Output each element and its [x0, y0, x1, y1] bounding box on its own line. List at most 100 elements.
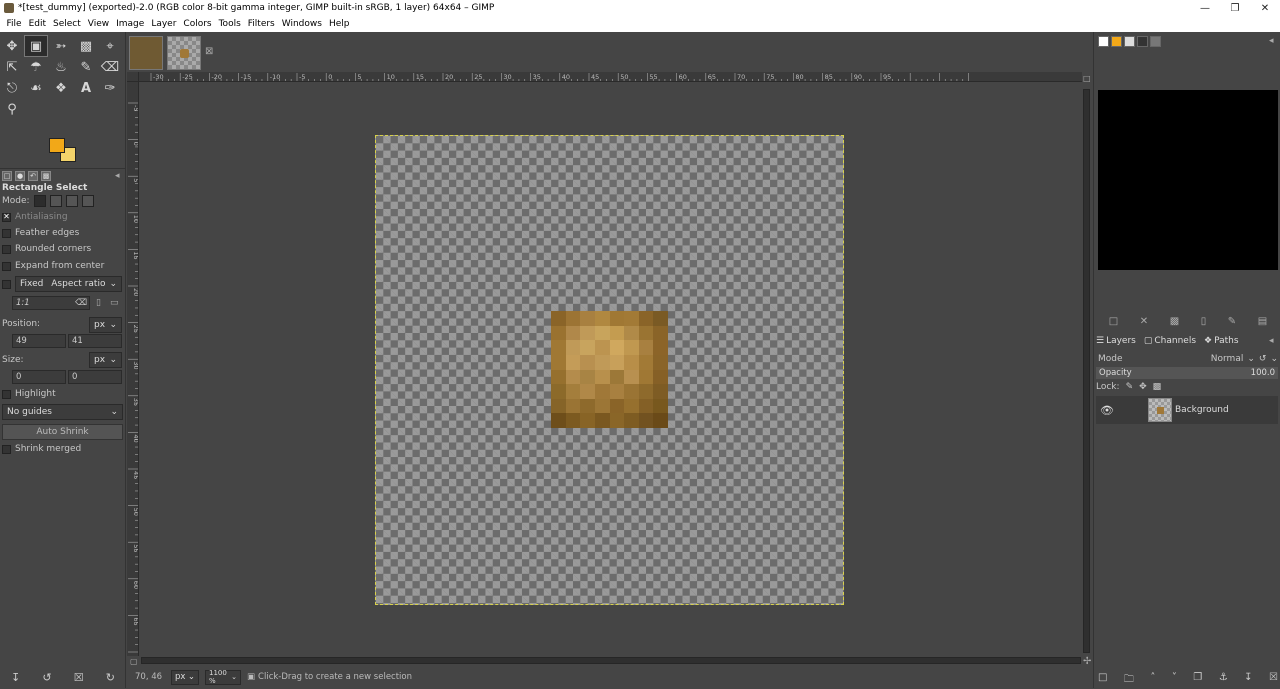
zoom-in-icon[interactable]: ✕	[1140, 316, 1148, 327]
save-options-icon[interactable]: ↧	[11, 671, 20, 684]
fixed-aspect-dropdown[interactable]: Fixed Aspect ratio ⌄	[15, 276, 122, 292]
color-picker-tool-icon[interactable]: ✑	[99, 78, 121, 98]
position-y-input[interactable]: 41	[68, 334, 122, 348]
clear-icon[interactable]: ⌫	[75, 298, 87, 308]
brushes-tab-icon[interactable]	[1098, 36, 1109, 47]
foreground-color[interactable]	[49, 138, 65, 153]
vertical-scrollbar[interactable]	[1082, 83, 1092, 656]
menu-windows[interactable]: Windows	[278, 19, 325, 29]
ratio-input[interactable]: 1:1 ⌫	[12, 296, 90, 310]
restore-button[interactable]: ❐	[1220, 0, 1250, 16]
auto-shrink-button[interactable]: Auto Shrink	[2, 424, 123, 440]
navigation-preview[interactable]	[1098, 90, 1278, 270]
size-unit-dropdown[interactable]: px ⌄	[89, 352, 122, 368]
menu-colors[interactable]: Colors	[180, 19, 215, 29]
delete-layer-icon[interactable]: ☒	[1269, 672, 1278, 689]
mode-add-icon[interactable]	[49, 195, 62, 207]
delete-options-icon[interactable]: ☒	[74, 671, 84, 684]
feather-checkbox[interactable]	[2, 228, 11, 238]
restore-options-icon[interactable]: ↺	[42, 671, 51, 684]
shrink-merged-row[interactable]: Shrink merged	[2, 442, 81, 456]
shrink-wrap-icon[interactable]: ▯	[1201, 316, 1207, 327]
lock-position-icon[interactable]: ✥	[1139, 382, 1147, 392]
shrink-merged-checkbox[interactable]	[2, 444, 11, 454]
menu-select[interactable]: Select	[50, 19, 85, 29]
fg-bg-colors[interactable]	[49, 138, 77, 164]
eraser-tool-icon[interactable]: ⌫	[99, 57, 121, 77]
tab-channels[interactable]: ▢ Channels	[1144, 334, 1196, 348]
rect-select-tool-icon[interactable]: ▣	[24, 35, 48, 57]
bucket-fill-tool-icon[interactable]: ♨	[50, 57, 72, 77]
mode-subtract-icon[interactable]	[65, 195, 78, 207]
rounded-checkbox[interactable]	[2, 244, 11, 254]
dock-menu-icon[interactable]: ◂	[1269, 36, 1274, 46]
fixed-checkbox[interactable]	[2, 279, 11, 289]
menu-image[interactable]: Image	[113, 19, 148, 29]
smudge-tool-icon[interactable]: ☙	[25, 78, 47, 98]
unified-transform-tool-icon[interactable]: ⇱	[1, 57, 23, 77]
edit-icon[interactable]: ✎	[1228, 316, 1236, 327]
undo-history-tab-icon[interactable]: ↶	[28, 171, 38, 181]
move-tool-icon[interactable]: ✥	[1, 36, 23, 56]
reset-options-icon[interactable]: ↻	[106, 671, 115, 684]
menu-layer[interactable]: Layer	[148, 19, 180, 29]
new-layer-icon[interactable]: □	[1098, 672, 1107, 689]
menu-tools[interactable]: Tools	[215, 19, 244, 29]
duplicate-layer-icon[interactable]: ❐	[1193, 672, 1202, 689]
close-tab-icon[interactable]: ⊠	[205, 46, 213, 57]
zoom-dropdown[interactable]: 1100 % ⌄	[205, 669, 241, 685]
layer-mode-dropdown[interactable]: Normal ⌄ ↺ ⌄	[1211, 354, 1278, 364]
ruler-corner[interactable]	[127, 72, 139, 82]
horizontal-scrollbar[interactable]	[140, 656, 1082, 666]
guides-dropdown[interactable]: No guides ⌄	[2, 404, 123, 420]
menu-file[interactable]: File	[3, 19, 25, 29]
landscape-icon[interactable]: ▭	[110, 298, 119, 308]
antialiasing-checkbox[interactable]: ✕	[2, 212, 11, 222]
expand-checkbox[interactable]	[2, 261, 11, 271]
lock-pixels-icon[interactable]: ✎	[1126, 382, 1134, 392]
menu-help[interactable]: Help	[325, 19, 353, 29]
raise-layer-icon[interactable]: ˄	[1150, 672, 1155, 689]
lower-layer-icon[interactable]: ˅	[1172, 672, 1177, 689]
panel-menu-icon[interactable]: ◂	[115, 171, 120, 181]
rounded-row[interactable]: Rounded corners	[2, 242, 91, 256]
highlight-checkbox[interactable]	[2, 389, 11, 399]
lock-alpha-icon[interactable]: ▩	[1153, 382, 1162, 392]
close-button[interactable]: ✕	[1250, 0, 1280, 16]
size-h-input[interactable]: 0	[68, 370, 122, 384]
position-unit-dropdown[interactable]: px ⌄	[89, 317, 122, 333]
text-tool-icon[interactable]: A	[75, 78, 97, 98]
fonts-tab-icon[interactable]	[1124, 36, 1135, 47]
mode-replace-icon[interactable]	[33, 195, 46, 207]
image-tab-thumbnail-active[interactable]	[167, 36, 201, 70]
quick-mask-icon[interactable]: ▢	[130, 657, 138, 666]
crop-tool-icon[interactable]: ⌖	[99, 36, 121, 56]
fuzzy-select-tool-icon[interactable]: ▩	[75, 36, 97, 56]
zoom-tool-icon[interactable]: ⚲	[1, 99, 23, 119]
mode-reset-icon[interactable]: ↺	[1259, 354, 1267, 364]
document-history-tab-icon[interactable]	[1137, 36, 1148, 47]
expand-row[interactable]: Expand from center	[2, 259, 104, 273]
lasso-tool-icon[interactable]: ➳	[50, 36, 72, 56]
images-tab-icon[interactable]: ▩	[41, 171, 51, 181]
menu-edit[interactable]: Edit	[25, 19, 49, 29]
fit-icon[interactable]: ▩	[1170, 316, 1179, 327]
mode-intersect-icon[interactable]	[81, 195, 94, 207]
visibility-eye-icon[interactable]: 👁	[1098, 404, 1116, 417]
horizontal-ruler[interactable]: -30 -25 -20 -15 -10 -5 0 5 10 15 20 25 30 35 40 45 50 55 6…	[139, 72, 1082, 82]
tab-layers[interactable]: ☰ Layers	[1096, 334, 1136, 348]
unit-dropdown[interactable]: px ⌄	[171, 669, 199, 685]
anchor-layer-icon[interactable]: ⚓	[1219, 672, 1228, 689]
paintbrush-tool-icon[interactable]: ✎	[75, 57, 97, 77]
feather-row[interactable]: Feather edges	[2, 226, 79, 240]
layers-menu-icon[interactable]: ◂	[1269, 336, 1274, 346]
patterns-tab-icon[interactable]	[1111, 36, 1122, 47]
position-x-input[interactable]: 49	[12, 334, 66, 348]
zoom-to-window-icon[interactable]: □	[1083, 74, 1091, 83]
opacity-slider[interactable]: Opacity 100.0	[1096, 367, 1278, 379]
image-tab-thumbnail[interactable]	[129, 36, 163, 70]
clone-tool-icon[interactable]: ⎋	[1, 78, 23, 98]
warp-tool-icon[interactable]: ☂	[25, 57, 47, 77]
portrait-icon[interactable]: ▯	[96, 298, 101, 308]
menu-view[interactable]: View	[84, 19, 112, 29]
